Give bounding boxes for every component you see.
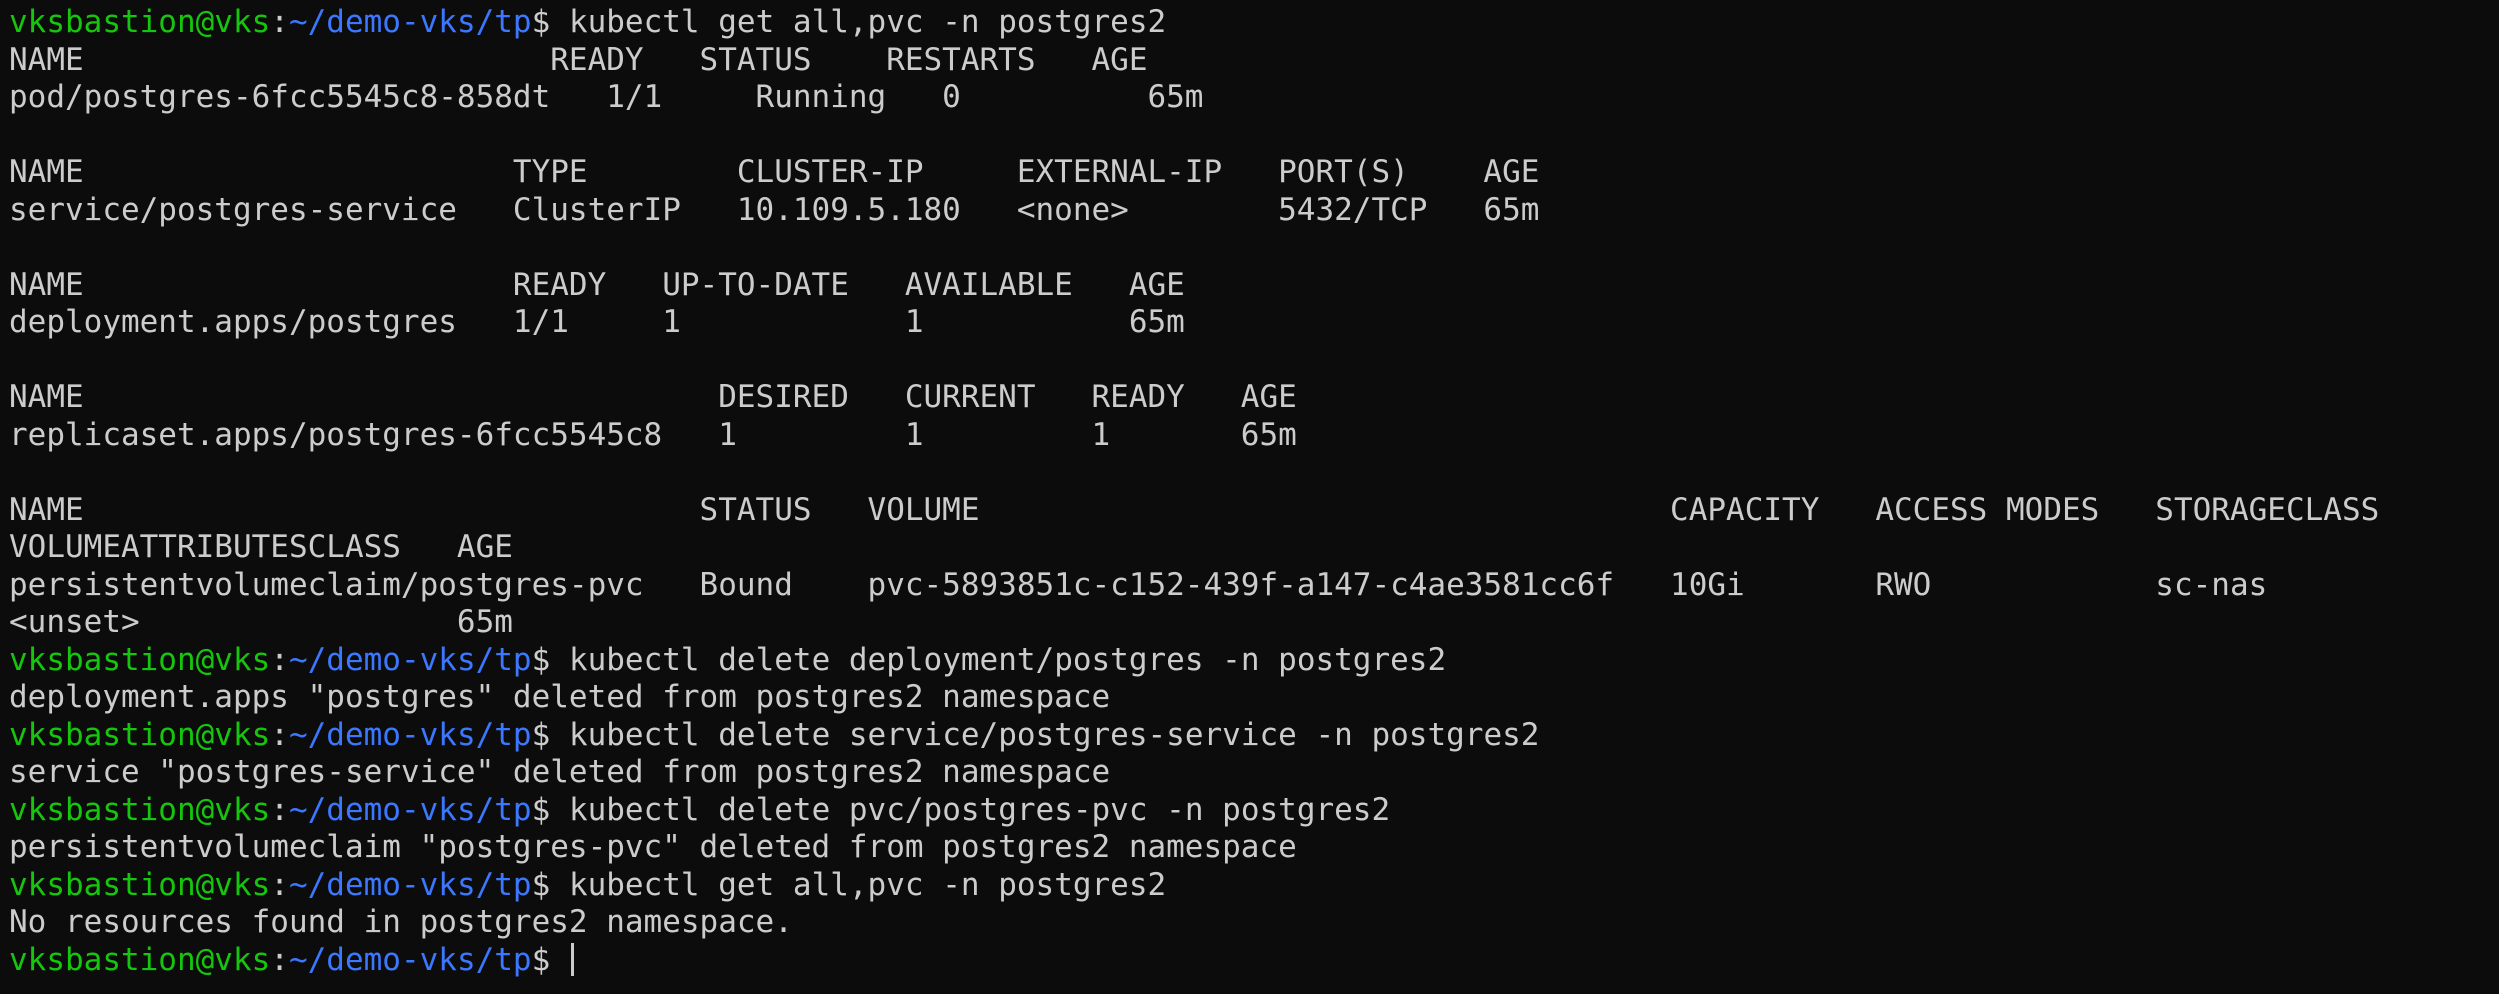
prompt-path: ~/demo-vks/tp — [288, 716, 532, 753]
prompt-user: vksbastion@vks — [9, 641, 271, 678]
output-line: service/postgres-service ClusterIP 10.10… — [9, 191, 1540, 228]
prompt-path: ~/demo-vks/tp — [288, 941, 532, 978]
output-line: NAME DESIRED CURRENT READY AGE — [9, 379, 1297, 415]
command-text: kubectl get all,pvc -n postgres2 — [568, 4, 1167, 40]
prompt-path: ~/demo-vks/tp — [288, 866, 532, 903]
prompt-line: vksbastion@vks:~/demo-vks/tp$ kubectl ge… — [9, 867, 2499, 905]
prompt-line: vksbastion@vks:~/demo-vks/tp$ kubectl de… — [9, 792, 2499, 830]
output-line: service "postgres-service" deleted from … — [9, 754, 1111, 790]
prompt-separator: : — [270, 866, 289, 903]
prompt-user: vksbastion@vks — [9, 4, 271, 40]
prompt-separator: : — [270, 641, 289, 678]
prompt-separator: : — [270, 716, 289, 753]
prompt-separator: : — [270, 791, 289, 828]
prompt-line: vksbastion@vks:~/demo-vks/tp$ kubectl de… — [9, 717, 2499, 755]
prompt-line: vksbastion@vks:~/demo-vks/tp$ kubectl de… — [9, 642, 2499, 680]
command-text: kubectl get all,pvc -n postgres2 — [568, 866, 1167, 903]
prompt-separator: : — [270, 941, 289, 978]
output-line: deployment.apps "postgres" deleted from … — [9, 679, 1111, 715]
prompt-path: ~/demo-vks/tp — [288, 641, 532, 678]
prompt-symbol: $ — [531, 791, 569, 828]
output-line: NAME STATUS VOLUME CAPACITY ACCESS MODES… — [9, 491, 2380, 528]
prompt-user: vksbastion@vks — [9, 716, 271, 753]
prompt-user: vksbastion@vks — [9, 791, 271, 828]
output-line: persistentvolumeclaim "postgres-pvc" del… — [9, 829, 1297, 865]
prompt-line: vksbastion@vks:~/demo-vks/tp$ — [9, 942, 2499, 980]
output-line: NAME READY STATUS RESTARTS AGE — [9, 41, 1148, 78]
output-line: pod/postgres-6fcc5545c8-858dt 1/1 Runnin… — [9, 79, 1204, 115]
prompt-path: ~/demo-vks/tp — [288, 791, 532, 828]
prompt-user: vksbastion@vks — [9, 866, 271, 903]
prompt-line: vksbastion@vks:~/demo-vks/tp$ kubectl ge… — [9, 4, 2499, 42]
prompt-symbol: $ — [531, 4, 569, 40]
output-line: persistentvolumeclaim/postgres-pvc Bound… — [9, 566, 2268, 603]
prompt-user: vksbastion@vks — [9, 941, 271, 978]
command-text: kubectl delete pvc/postgres-pvc -n postg… — [568, 791, 1391, 828]
prompt-symbol: $ — [531, 716, 569, 753]
text-cursor[interactable] — [570, 942, 574, 976]
output-line: VOLUMEATTRIBUTESCLASS AGE — [9, 529, 513, 565]
prompt-symbol: $ — [531, 941, 569, 978]
output-line: replicaset.apps/postgres-6fcc5545c8 1 1 … — [9, 416, 1297, 453]
output-line: NAME TYPE CLUSTER-IP EXTERNAL-IP PORT(S)… — [9, 154, 1540, 190]
command-text: kubectl delete service/postgres-service … — [568, 716, 1540, 753]
command-text: kubectl delete deployment/postgres -n po… — [568, 641, 1447, 678]
prompt-symbol: $ — [531, 866, 569, 903]
output-line: <unset> 65m — [9, 604, 513, 640]
terminal-window[interactable]: vksbastion@vks:~/demo-vks/tp$ kubectl ge… — [0, 0, 2499, 994]
prompt-separator: : — [270, 4, 289, 40]
prompt-symbol: $ — [531, 641, 569, 678]
prompt-path: ~/demo-vks/tp — [288, 4, 532, 40]
output-line: NAME READY UP-TO-DATE AVAILABLE AGE — [9, 266, 1185, 303]
output-line: deployment.apps/postgres 1/1 1 1 65m — [9, 304, 1185, 340]
output-line: No resources found in postgres2 namespac… — [9, 904, 793, 940]
